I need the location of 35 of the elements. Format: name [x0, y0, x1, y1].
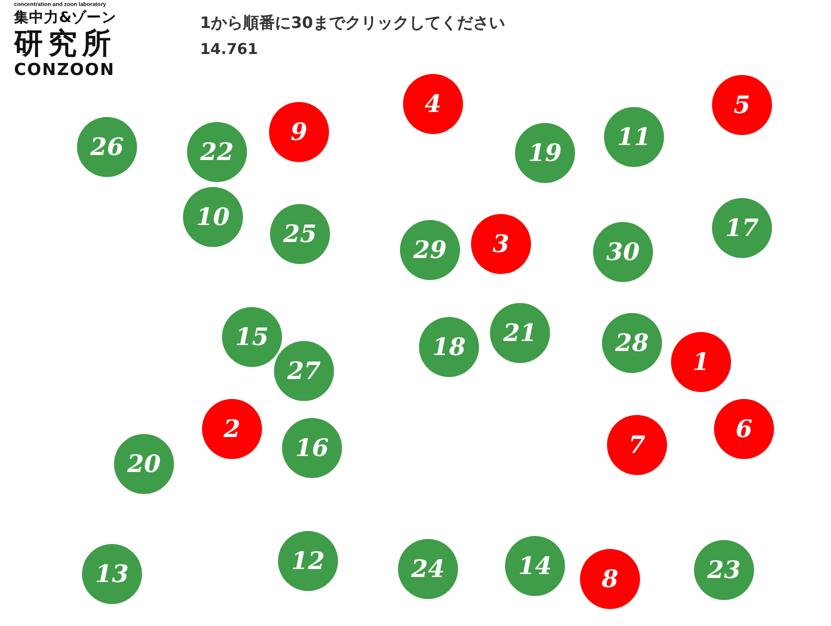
- number-button[interactable]: 27: [274, 341, 334, 401]
- number-button[interactable]: 6: [714, 399, 774, 459]
- number-button[interactable]: 26: [77, 117, 137, 177]
- number-button[interactable]: 15: [222, 307, 282, 367]
- number-button[interactable]: 14: [505, 536, 565, 596]
- number-button[interactable]: 5: [712, 75, 772, 135]
- number-button[interactable]: 8: [580, 549, 640, 609]
- elapsed-time: 14.761: [200, 39, 259, 60]
- number-button[interactable]: 3: [471, 214, 531, 274]
- logo-title: 集中力&ゾーン: [14, 9, 117, 28]
- logo-subtitle: 研究所: [14, 28, 116, 59]
- instruction-text: 1から順番に30までクリックしてください: [200, 12, 505, 34]
- number-button[interactable]: 2: [202, 399, 262, 459]
- number-button[interactable]: 12: [278, 531, 338, 591]
- number-button[interactable]: 16: [282, 418, 342, 478]
- number-button[interactable]: 20: [114, 434, 174, 494]
- number-button[interactable]: 19: [515, 123, 575, 183]
- number-button[interactable]: 13: [82, 544, 142, 604]
- number-button[interactable]: 10: [183, 187, 243, 247]
- number-button[interactable]: 24: [398, 539, 458, 599]
- logo-brand: CONZOON: [14, 59, 115, 80]
- number-button[interactable]: 9: [269, 102, 329, 162]
- number-button[interactable]: 25: [270, 204, 330, 264]
- number-button[interactable]: 23: [694, 540, 754, 600]
- number-button[interactable]: 17: [712, 198, 772, 258]
- number-button[interactable]: 30: [593, 222, 653, 282]
- number-button[interactable]: 11: [604, 107, 664, 167]
- number-button[interactable]: 28: [602, 313, 662, 373]
- number-button[interactable]: 18: [419, 317, 479, 377]
- number-button[interactable]: 7: [607, 415, 667, 475]
- number-button[interactable]: 1: [671, 332, 731, 392]
- number-button[interactable]: 29: [400, 220, 460, 280]
- number-button[interactable]: 21: [490, 303, 550, 363]
- number-button[interactable]: 4: [403, 74, 463, 134]
- number-button[interactable]: 22: [187, 122, 247, 182]
